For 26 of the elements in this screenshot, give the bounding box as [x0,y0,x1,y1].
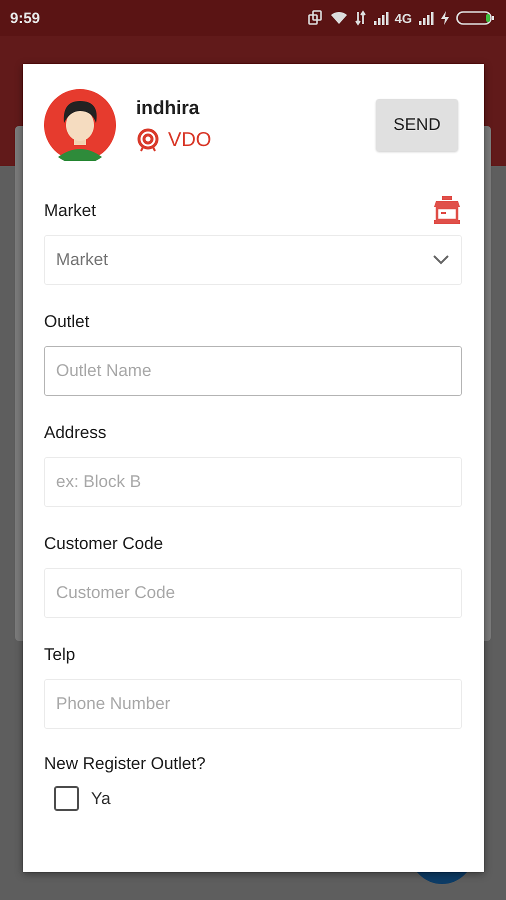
send-button[interactable]: SEND [376,99,458,151]
store-icon [432,195,462,225]
chevron-down-icon [432,254,450,266]
input-field[interactable]: Outlet Name [44,346,462,396]
field-label: Outlet [44,312,90,332]
field-label: Address [44,423,106,443]
avatar-icon [44,89,116,161]
signal-icon [418,11,434,25]
data-arrows-icon [354,10,367,26]
question-label: New Register Outlet? [44,754,207,774]
signal-icon [372,11,389,25]
network-type: 4G [394,10,412,26]
wifi-icon [328,10,349,26]
field-label: Customer Code [44,534,164,554]
clock-time: 9:59 [10,10,40,26]
checkbox[interactable] [54,786,79,811]
checkbox-label: Ya [91,788,111,808]
target-icon [136,128,160,152]
market-dropdown[interactable]: Market [44,235,462,285]
user-role: VDO [168,128,212,152]
charging-icon [440,11,450,25]
field-label: Market [44,201,96,221]
dual-sim-icon [306,10,323,26]
battery-icon [456,10,496,26]
field-label: Telp [44,645,76,665]
user-name: indhira [136,98,200,120]
